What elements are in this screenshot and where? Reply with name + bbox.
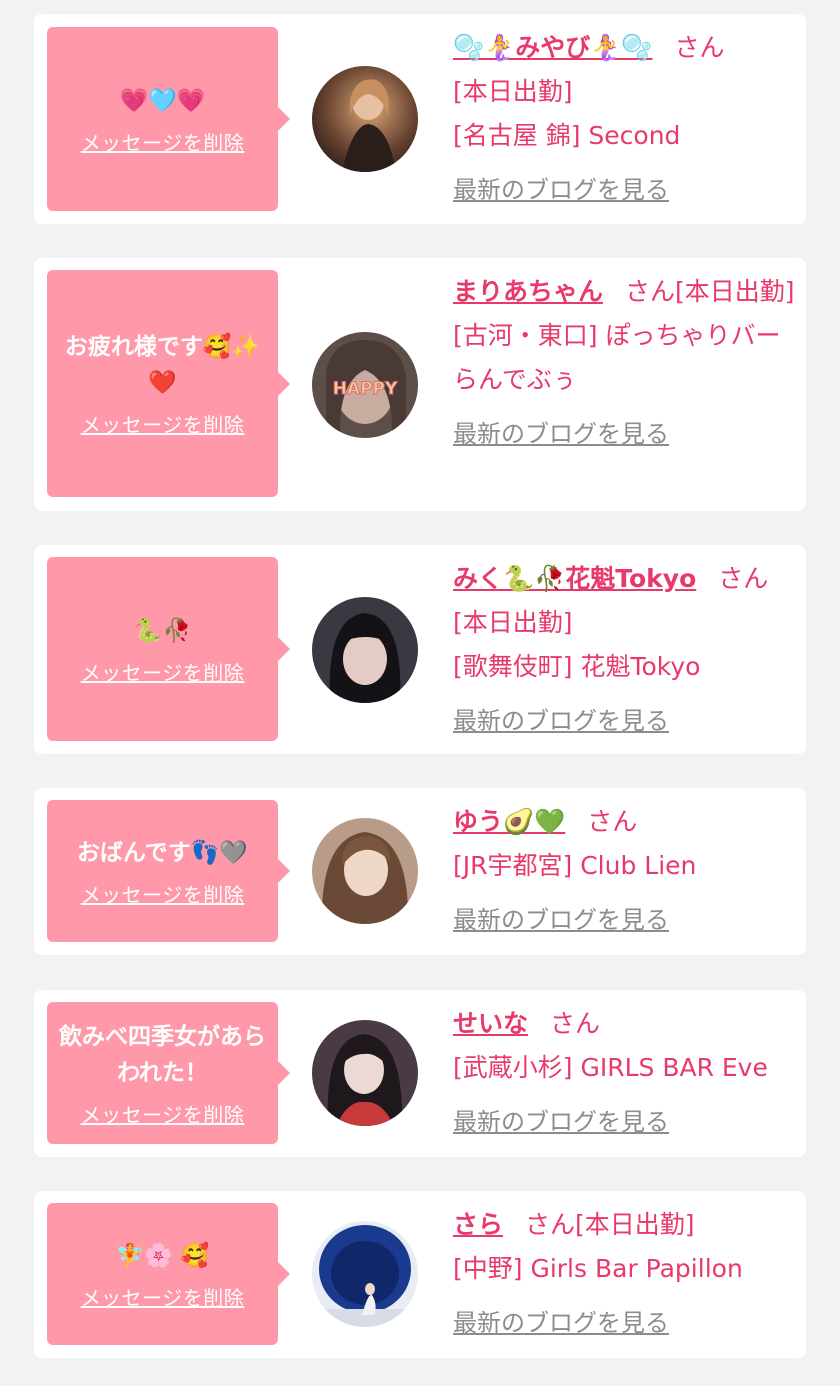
honorific: さん xyxy=(525,1210,576,1239)
message-card: 💗🩵💗 メッセージを削除 🫧🧜‍♀️みやび🧜‍♀️🫧 さん [本日出勤] [名古屋… xyxy=(34,14,806,224)
location-text: [歌舞伎町] 花魁Tokyo xyxy=(453,652,701,681)
message-text: 💗🩵💗 xyxy=(119,87,206,114)
message-card: お疲れ様です🥰✨❤️ メッセージを削除 HAPPY まりあちゃん さん[本日出勤]… xyxy=(34,258,806,511)
location-text: [中野] Girls Bar Papillon xyxy=(453,1254,743,1283)
cast-info: まりあちゃん さん[本日出勤] [古河・東口] ぽっちゃりバー らんでぶぅ 最新の… xyxy=(453,270,798,456)
cast-info: ゆう🥑💚 さん [JR宇都宮] Club Lien 最新のブログを見る xyxy=(453,800,798,942)
delete-message-link[interactable]: メッセージを削除 xyxy=(81,409,245,438)
delete-message-link[interactable]: メッセージを削除 xyxy=(81,1282,245,1311)
latest-blog-link[interactable]: 最新のブログを見る xyxy=(453,1301,798,1345)
cast-name-link[interactable]: ゆう🥑💚 xyxy=(453,807,565,836)
message-bubble: 🧚🌸 🥰 メッセージを削除 xyxy=(47,1203,290,1345)
honorific: さん xyxy=(674,33,725,62)
honorific: さん xyxy=(718,564,769,593)
message-text: お疲れ様です🥰✨❤️ xyxy=(64,334,261,396)
message-bubble: 飲みべ四季女があらわれた！ メッセージを削除 xyxy=(47,1002,290,1144)
latest-blog-link[interactable]: 最新のブログを見る xyxy=(453,412,798,456)
location-text: [古河・東口] ぽっちゃりバー らんでぶぅ xyxy=(453,321,781,394)
delete-message-link[interactable]: メッセージを削除 xyxy=(81,127,245,156)
avatar[interactable]: HAPPY xyxy=(312,332,418,438)
message-text: 🐍🥀 xyxy=(133,617,192,644)
cast-name-link[interactable]: せいな xyxy=(453,1009,528,1038)
message-list: 💗🩵💗 メッセージを削除 🫧🧜‍♀️みやび🧜‍♀️🫧 さん [本日出勤] [名古屋… xyxy=(0,0,840,1386)
cast-name-link[interactable]: 🫧🧜‍♀️みやび🧜‍♀️🫧 xyxy=(453,33,653,62)
cast-info: 🫧🧜‍♀️みやび🧜‍♀️🫧 さん [本日出勤] [名古屋 錦] Second 最新… xyxy=(453,26,798,212)
honorific: さん xyxy=(550,1009,601,1038)
status-text: [本日出勤] xyxy=(453,608,573,637)
delete-message-link[interactable]: メッセージを削除 xyxy=(81,879,245,908)
avatar[interactable] xyxy=(312,818,418,924)
message-text: 飲みべ四季女があらわれた！ xyxy=(59,1023,266,1086)
message-text: おばんです👣🩶 xyxy=(76,839,249,866)
latest-blog-link[interactable]: 最新のブログを見る xyxy=(453,699,798,743)
cast-info: さら さん[本日出勤] [中野] Girls Bar Papillon 最新のブロ… xyxy=(453,1203,798,1345)
honorific: さん xyxy=(587,807,638,836)
latest-blog-link[interactable]: 最新のブログを見る xyxy=(453,168,798,212)
cast-info: みく🐍🥀花魁Tokyo さん [本日出勤] [歌舞伎町] 花魁Tokyo 最新のブロ… xyxy=(453,557,798,743)
message-bubble: お疲れ様です🥰✨❤️ メッセージを削除 xyxy=(47,270,290,497)
avatar[interactable] xyxy=(312,66,418,172)
latest-blog-link[interactable]: 最新のブログを見る xyxy=(453,1100,798,1144)
message-card: 🧚🌸 🥰 メッセージを削除 さら さん[本日出勤] [中野] Girls Bar … xyxy=(34,1191,806,1358)
location-text: [名古屋 錦] Second xyxy=(453,121,681,150)
message-card: おばんです👣🩶 メッセージを削除 ゆう🥑💚 さん [JR宇都宮] Club Lie… xyxy=(34,788,806,955)
message-bubble: おばんです👣🩶 メッセージを削除 xyxy=(47,800,290,942)
cast-name-link[interactable]: さら xyxy=(453,1210,503,1239)
avatar[interactable] xyxy=(312,597,418,703)
status-text: [本日出勤] xyxy=(675,277,795,306)
cast-info: せいな さん [武蔵小杉] GIRLS BAR Eve 最新のブログを見る xyxy=(453,1002,798,1144)
status-text: [本日出勤] xyxy=(453,77,573,106)
cast-name-link[interactable]: まりあちゃん xyxy=(453,277,603,306)
status-text: [本日出勤] xyxy=(575,1210,695,1239)
delete-message-link[interactable]: メッセージを削除 xyxy=(81,1099,245,1128)
message-bubble: 💗🩵💗 メッセージを削除 xyxy=(47,27,290,211)
latest-blog-link[interactable]: 最新のブログを見る xyxy=(453,898,798,942)
delete-message-link[interactable]: メッセージを削除 xyxy=(81,657,245,686)
message-bubble: 🐍🥀 メッセージを削除 xyxy=(47,557,290,741)
message-text: 🧚🌸 🥰 xyxy=(115,1242,210,1269)
cast-name-link[interactable]: みく🐍🥀花魁Tokyo xyxy=(453,564,696,593)
avatar[interactable] xyxy=(312,1221,418,1327)
location-text: [武蔵小杉] GIRLS BAR Eve xyxy=(453,1053,768,1082)
honorific: さん xyxy=(625,277,676,306)
message-card: 飲みべ四季女があらわれた！ メッセージを削除 せいな さん [武蔵小杉] GIRL… xyxy=(34,990,806,1157)
location-text: [JR宇都宮] Club Lien xyxy=(453,851,697,880)
svg-text:HAPPY: HAPPY xyxy=(333,379,398,399)
message-card: 🐍🥀 メッセージを削除 みく🐍🥀花魁Tokyo さん [本日出勤] [歌舞伎町] 花… xyxy=(34,545,806,754)
avatar[interactable] xyxy=(312,1020,418,1126)
